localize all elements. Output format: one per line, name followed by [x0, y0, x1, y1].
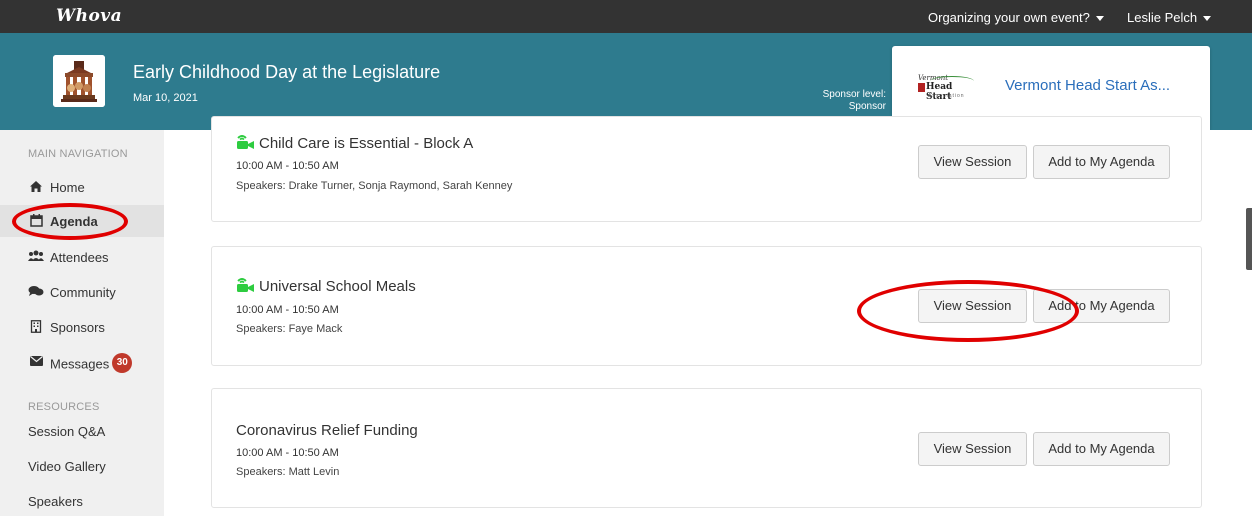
live-video-icon: [237, 135, 254, 149]
sidebar-item-session-qa[interactable]: Session Q&A: [0, 415, 164, 447]
event-logo-icon: [53, 55, 105, 107]
sidebar-item-video-gallery[interactable]: Video Gallery: [0, 450, 164, 482]
view-session-button[interactable]: View Session: [918, 289, 1027, 323]
add-to-agenda-button[interactable]: Add to My Agenda: [1033, 432, 1170, 466]
chat-icon: [28, 285, 44, 299]
main-navigation-heading: MAIN NAVIGATION: [28, 148, 128, 160]
session-title[interactable]: Universal School Meals: [236, 277, 416, 295]
sidebar-item-attendees[interactable]: Attendees: [0, 241, 164, 273]
session-speakers: Speakers: Drake Turner, Sonja Raymond, S…: [236, 180, 513, 192]
sidebar-item-label: Session Q&A: [28, 424, 106, 439]
sponsor-logo: Vermont Head Start Association: [916, 74, 976, 102]
sidebar-item-community[interactable]: Community: [0, 276, 164, 308]
scrollbar-handle[interactable]: [1246, 208, 1252, 270]
sidebar-item-label: Agenda: [50, 214, 98, 229]
envelope-icon: [28, 355, 44, 369]
add-to-agenda-button[interactable]: Add to My Agenda: [1033, 289, 1170, 323]
organize-event-menu[interactable]: Organizing your own event?: [928, 10, 1104, 25]
messages-label: Messages: [50, 356, 110, 372]
messages-count-badge: 30: [112, 353, 133, 373]
user-name: Leslie Pelch: [1127, 10, 1198, 25]
user-menu[interactable]: Leslie Pelch: [1127, 10, 1212, 25]
sidebar-item-label: Attendees: [50, 250, 109, 265]
sidebar-item-label: Messages 30: [50, 353, 133, 375]
sponsor-name-link[interactable]: Vermont Head Start As...: [1005, 77, 1170, 94]
sponsor-logo-main: Head Start: [926, 82, 953, 102]
resources-heading: RESOURCES: [28, 401, 100, 413]
users-icon: [28, 250, 44, 264]
session-speakers: Speakers: Matt Levin: [236, 466, 340, 478]
agenda-content: Child Care is Essential - Block A 10:00 …: [164, 116, 1252, 516]
sidebar-item-agenda[interactable]: Agenda: [0, 205, 164, 237]
session-card: Coronavirus Relief Funding 10:00 AM - 10…: [211, 388, 1202, 508]
sidebar-item-label: Speakers: [28, 494, 83, 509]
live-video-icon: [237, 278, 254, 292]
session-title[interactable]: Child Care is Essential - Block A: [236, 134, 473, 152]
session-title-text: Universal School Meals: [259, 278, 416, 295]
sponsor-level: Sponsor level: Sponsor: [823, 89, 886, 113]
sidebar-item-home[interactable]: Home: [0, 171, 164, 203]
event-title: Early Childhood Day at the Legislature: [133, 62, 441, 82]
sponsor-level-value: Sponsor: [848, 101, 886, 112]
session-speakers: Speakers: Faye Mack: [236, 323, 343, 335]
home-icon: [28, 180, 44, 194]
logo-square-icon: [918, 83, 925, 92]
sidebar-item-speakers[interactable]: Speakers: [0, 485, 164, 516]
sidebar-item-messages[interactable]: Messages 30: [0, 346, 164, 378]
sponsor-level-label: Sponsor level:: [822, 89, 886, 100]
whova-logo[interactable]: Whova: [56, 6, 122, 26]
session-card: Universal School Meals 10:00 AM - 10:50 …: [211, 246, 1202, 366]
top-bar: Whova Organizing your own event? Leslie …: [0, 0, 1252, 33]
caret-down-icon: [1095, 16, 1104, 22]
add-to-agenda-button[interactable]: Add to My Agenda: [1033, 145, 1170, 179]
view-session-button[interactable]: View Session: [918, 145, 1027, 179]
session-time: 10:00 AM - 10:50 AM: [236, 447, 339, 459]
sidebar-item-label: Video Gallery: [28, 459, 106, 474]
sidebar-item-label: Community: [50, 285, 116, 300]
sponsor-logo-sub: Association: [928, 93, 965, 99]
event-date: Mar 10, 2021: [133, 92, 198, 104]
calendar-icon: [28, 214, 44, 228]
sidebar: MAIN NAVIGATION Home Agenda Attendees Co…: [0, 130, 164, 516]
organize-event-label: Organizing your own event?: [928, 10, 1090, 25]
session-time: 10:00 AM - 10:50 AM: [236, 160, 339, 172]
session-title[interactable]: Coronavirus Relief Funding: [236, 422, 418, 439]
session-title-text: Child Care is Essential - Block A: [259, 135, 474, 152]
sidebar-item-sponsors[interactable]: Sponsors: [0, 311, 164, 343]
session-card: Child Care is Essential - Block A 10:00 …: [211, 116, 1202, 222]
session-title-text: Coronavirus Relief Funding: [236, 422, 418, 439]
session-time: 10:00 AM - 10:50 AM: [236, 304, 339, 316]
caret-down-icon: [1203, 16, 1212, 22]
sidebar-item-label: Home: [50, 180, 85, 195]
sidebar-item-label: Sponsors: [50, 320, 105, 335]
view-session-button[interactable]: View Session: [918, 432, 1027, 466]
building-icon: [28, 320, 44, 334]
